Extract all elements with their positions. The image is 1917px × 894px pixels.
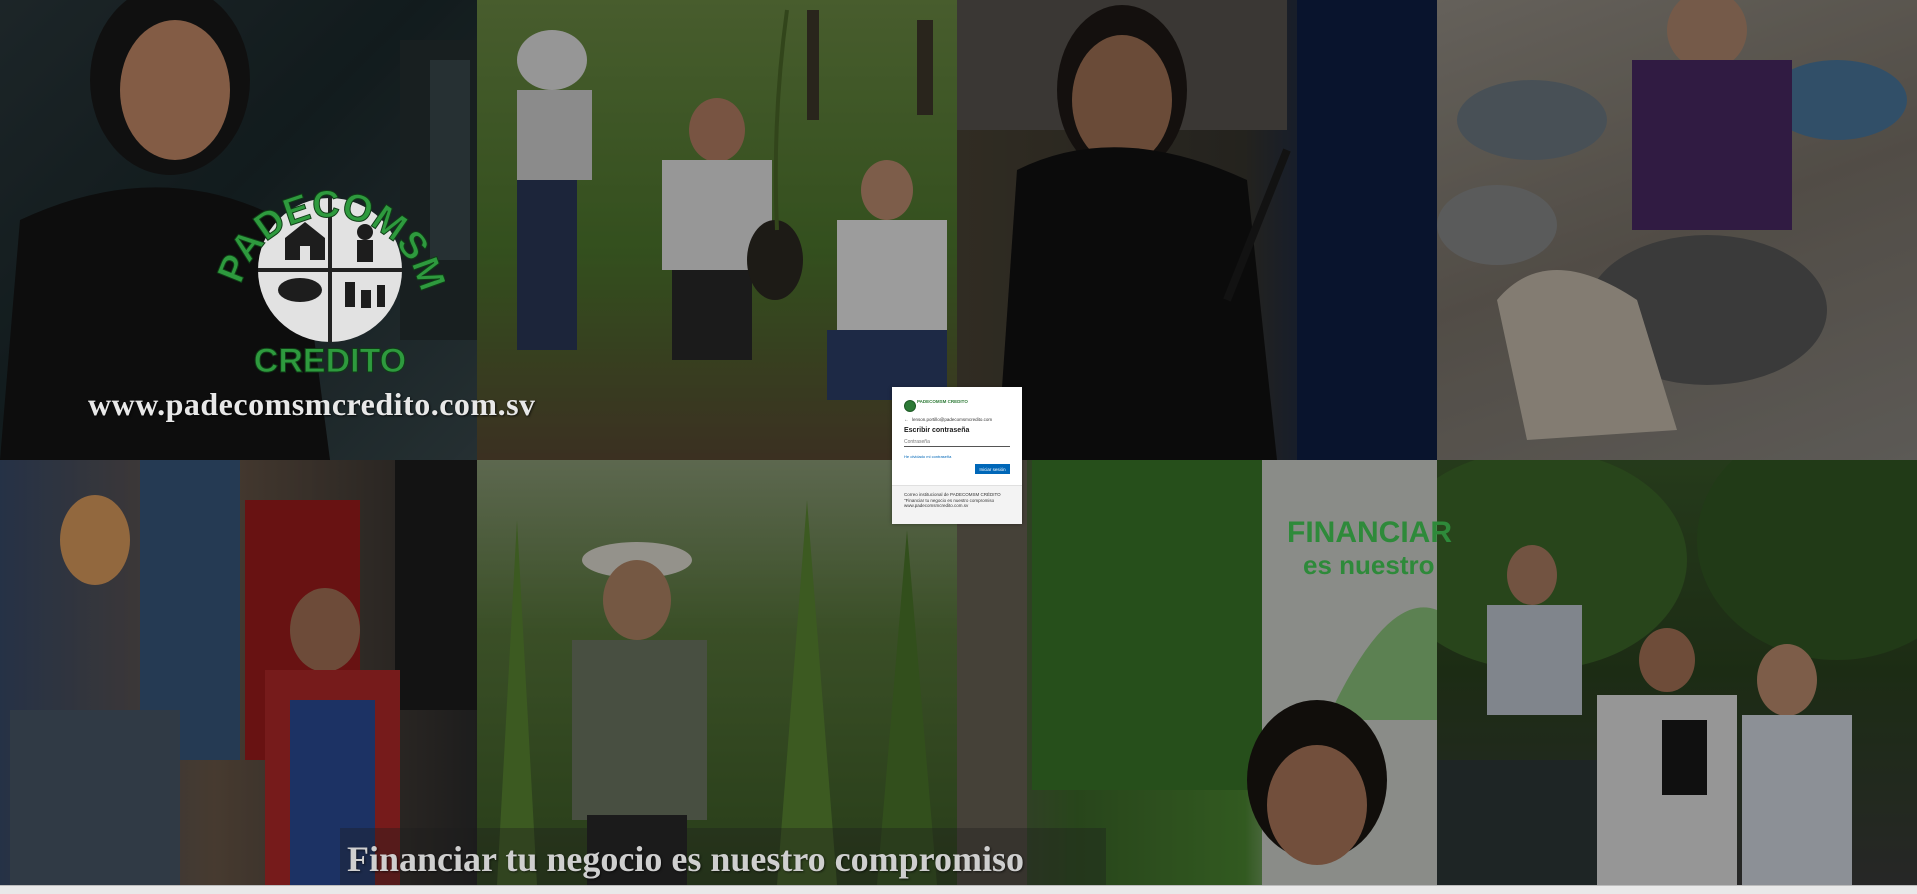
back-arrow-icon[interactable]: ←: [904, 417, 909, 423]
tile-seedlings: [1437, 460, 1917, 885]
slogan: Financiar tu negocio es nuestro compromi…: [347, 839, 1024, 879]
office-sign-line1: FINANCIAR: [1287, 516, 1452, 549]
forgot-password-link[interactable]: He olvidado mi contraseña: [904, 454, 951, 459]
office-sign-line2: es nuestro: [1303, 550, 1435, 580]
login-main: PADECOMSM CREDITO ← lenson.portillo@pade…: [892, 387, 1022, 481]
padecomsm-logo: PADECOMSM CREDITO: [209, 150, 453, 380]
logo-bottom-text: CREDITO: [254, 342, 406, 380]
login-description-panel: Correo institucional de PADECOMSM CRÉDIT…: [892, 485, 1022, 524]
tile-potter: [1437, 0, 1917, 460]
brand-logo-icon: [904, 400, 916, 412]
tile-tree-planting: [477, 0, 957, 460]
tile-shade: [1437, 0, 1917, 460]
login-description: Correo institucional de PADECOMSM CRÉDIT…: [904, 492, 1001, 508]
tile-shade: [477, 460, 957, 885]
password-title: Escribir contraseña: [904, 427, 970, 434]
tile-shade: [0, 460, 477, 885]
website-url: www.padecomsmcredito.com.sv: [88, 386, 536, 422]
tile-farmer: [477, 460, 957, 885]
tile-shopkeeper: [0, 460, 477, 885]
tile-shade: [957, 0, 1437, 460]
tile-shade: [1437, 460, 1917, 885]
account-email: lenson.portillo@padecomsmcredito.com: [912, 417, 993, 422]
sign-in-button[interactable]: Iniciar sesión: [975, 464, 1010, 474]
tile-weaver: [957, 0, 1437, 460]
login-dialog: PADECOMSM CREDITO ← lenson.portillo@pade…: [892, 387, 1022, 524]
brand-name: PADECOMSM CREDITO: [917, 399, 968, 404]
password-input[interactable]: [904, 438, 1010, 447]
office-sign: FINANCIAR es nuestro: [1287, 516, 1452, 581]
tile-shade: [477, 0, 957, 460]
